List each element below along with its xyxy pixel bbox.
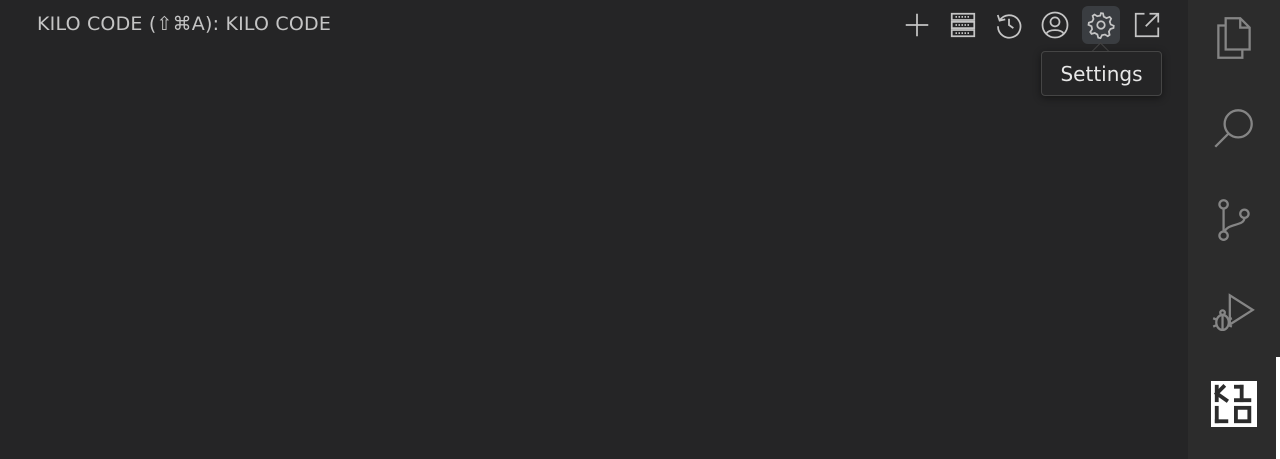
activity-source-control[interactable] bbox=[1188, 184, 1280, 256]
panel-toolbar bbox=[0, 0, 1188, 52]
link-external-icon bbox=[1134, 12, 1160, 38]
source-control-icon bbox=[1218, 199, 1250, 241]
search-icon bbox=[1214, 109, 1253, 148]
gear-icon bbox=[1087, 12, 1115, 40]
settings-button[interactable] bbox=[1082, 6, 1120, 44]
activity-kilo-code[interactable] bbox=[1188, 368, 1280, 440]
activity-bar bbox=[1188, 0, 1280, 459]
account-icon bbox=[1041, 11, 1069, 39]
history-button[interactable] bbox=[990, 6, 1028, 44]
kilo-code-panel: KILO CODE (⇧⌘A): KILO CODE Settings bbox=[0, 0, 1188, 459]
plus-icon bbox=[905, 13, 929, 37]
activity-run-and-debug[interactable] bbox=[1188, 276, 1280, 348]
settings-tooltip: Settings bbox=[1041, 51, 1162, 96]
open-in-editor-button[interactable] bbox=[1128, 6, 1166, 44]
activity-explorer[interactable] bbox=[1188, 2, 1280, 74]
vscode-window: KILO CODE (⇧⌘A): KILO CODE Settings bbox=[0, 0, 1280, 459]
activity-search[interactable] bbox=[1188, 92, 1280, 164]
kilo-code-logo-icon bbox=[1211, 381, 1257, 427]
files-icon bbox=[1217, 17, 1251, 59]
active-indicator bbox=[1276, 357, 1280, 459]
mcp-servers-button[interactable] bbox=[944, 6, 982, 44]
history-icon bbox=[996, 14, 1022, 39]
account-button[interactable] bbox=[1036, 6, 1074, 44]
new-task-button[interactable] bbox=[898, 6, 936, 44]
server-icon bbox=[950, 12, 976, 38]
debug-alt-icon bbox=[1212, 293, 1255, 332]
